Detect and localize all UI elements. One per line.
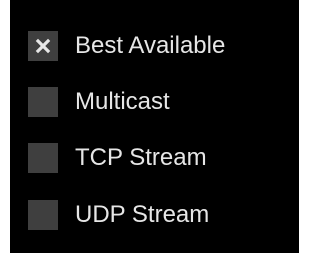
option-multicast[interactable]: Multicast [28, 85, 170, 119]
checkbox-tcp-stream[interactable] [28, 143, 58, 173]
checkbox-udp-stream[interactable] [28, 200, 58, 230]
option-label: Multicast [75, 88, 170, 115]
checkbox-multicast[interactable] [28, 87, 58, 117]
stream-type-panel: Best Available Multicast TCP Stream UDP … [10, 0, 299, 253]
checkbox-best-available[interactable] [28, 31, 58, 61]
x-mark-icon [35, 38, 51, 54]
option-label: UDP Stream [75, 201, 210, 228]
option-udp-stream[interactable]: UDP Stream [28, 198, 209, 232]
option-label: TCP Stream [75, 144, 207, 171]
option-best-available[interactable]: Best Available [28, 29, 225, 63]
option-label: Best Available [75, 32, 226, 59]
option-tcp-stream[interactable]: TCP Stream [28, 141, 207, 175]
